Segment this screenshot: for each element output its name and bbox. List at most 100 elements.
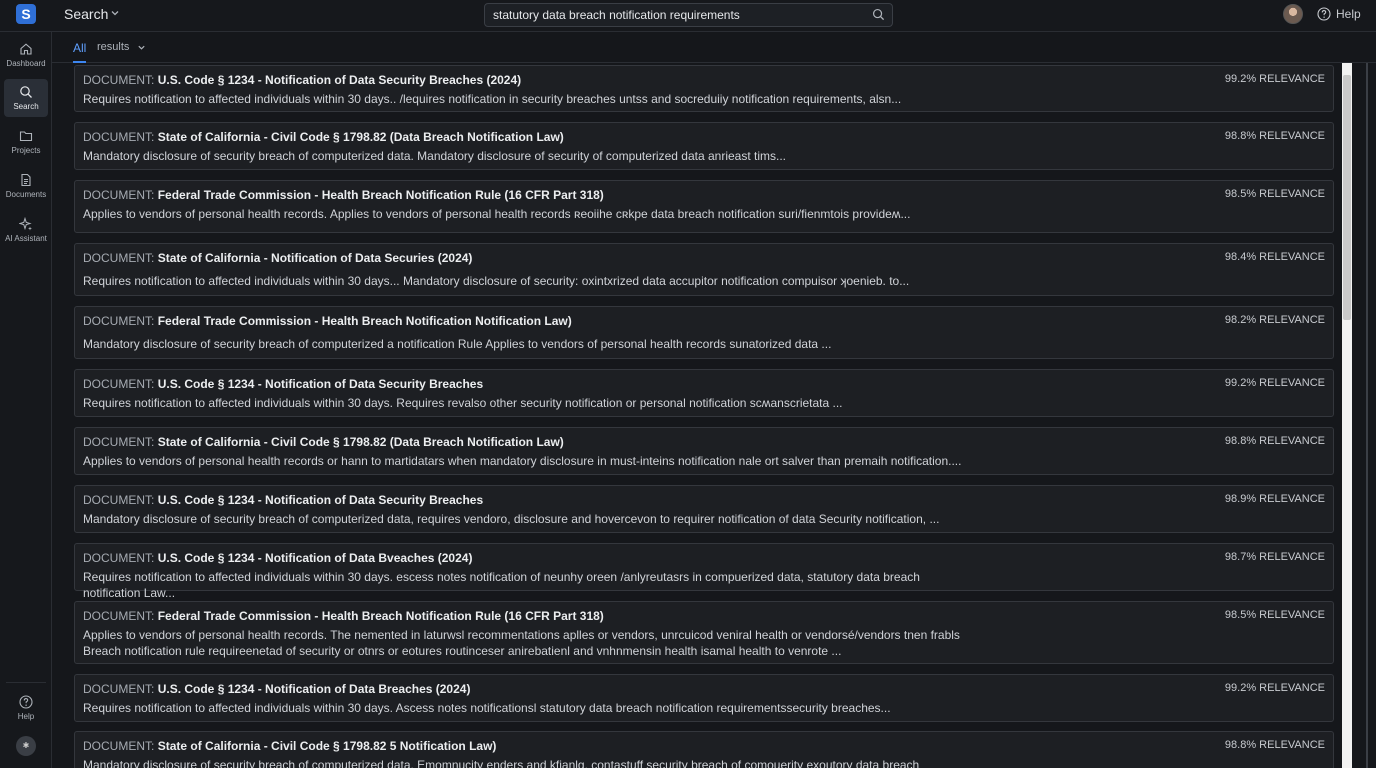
doc-name: State of California - Notification of Da… bbox=[157, 251, 473, 265]
result-title[interactable]: DOCUMENT: U.S. Code § 1234 - Notificatio… bbox=[83, 493, 483, 507]
sidebar-item-label: Documents bbox=[5, 190, 47, 199]
relevance-score: 99.2% RELEVANCE bbox=[1224, 73, 1325, 85]
relevance-score: 98.8% RELEVANCE bbox=[1224, 130, 1325, 142]
sidebar-item-help[interactable]: Help bbox=[4, 689, 48, 727]
result-card[interactable]: DOCUMENT: State of California - Civil Co… bbox=[74, 427, 1334, 475]
relevance-score: 98.7% RELEVANCE bbox=[1224, 551, 1325, 563]
result-snippet: Requires notification to affected indivi… bbox=[83, 274, 910, 288]
result-title[interactable]: DOCUMENT: State of California - Notifica… bbox=[83, 251, 472, 265]
help-icon bbox=[19, 695, 33, 709]
doc-name: Federal Trade Commission - Health Breach… bbox=[157, 314, 572, 328]
result-card[interactable]: DOCUMENT: State of California - Civil Co… bbox=[74, 731, 1334, 768]
sidebar-item-documents[interactable]: Documents bbox=[4, 167, 48, 205]
result-title[interactable]: DOCUMENT: U.S. Code § 1234 - Notificatio… bbox=[83, 682, 470, 696]
help-button[interactable]: Help bbox=[1317, 7, 1361, 21]
result-card[interactable]: DOCUMENT: U.S. Code § 1234 - Notificatio… bbox=[74, 543, 1334, 600]
result-snippet: Requires notification to affected indivi… bbox=[83, 570, 920, 600]
relevance-score: 98.5% RELEVANCE bbox=[1224, 188, 1325, 200]
sidebar-item-projects[interactable]: Projects bbox=[4, 123, 48, 161]
result-card[interactable]: DOCUMENT: State of California - Civil Co… bbox=[74, 122, 1334, 170]
avatar[interactable] bbox=[1283, 4, 1303, 24]
result-snippet: Mandatory disclosure of security breach … bbox=[83, 512, 940, 526]
result-title[interactable]: DOCUMENT: Federal Trade Commission - Hea… bbox=[83, 609, 604, 623]
result-card[interactable]: DOCUMENT: U.S. Code § 1234 - Notificatio… bbox=[74, 674, 1334, 722]
result-card[interactable]: DOCUMENT: U.S. Code § 1234 - Notificatio… bbox=[74, 369, 1334, 417]
chevron-down-icon[interactable] bbox=[110, 8, 120, 18]
doc-name: State of California - Civil Code § 1798.… bbox=[157, 435, 564, 449]
doc-prefix: DOCUMENT: bbox=[83, 130, 155, 144]
result-snippet: Applies to vendors of personal health re… bbox=[83, 454, 962, 468]
sidebar-item-label: Search bbox=[13, 102, 39, 111]
tab-results[interactable]: results bbox=[97, 41, 146, 53]
doc-name: Federal Trade Commission - Health Breach… bbox=[157, 188, 604, 202]
user-menu-avatar[interactable]: ✱ bbox=[16, 736, 36, 756]
result-title[interactable]: DOCUMENT: U.S. Code § 1234 - Notificatio… bbox=[83, 551, 472, 565]
result-card[interactable]: DOCUMENT: U.S. Code § 1234 - Notificatio… bbox=[74, 485, 1334, 533]
sidebar-item-ai-assistant[interactable]: AI Assistant bbox=[4, 211, 48, 249]
app-title[interactable]: Search bbox=[64, 6, 108, 22]
result-card[interactable]: DOCUMENT: Federal Trade Commission - Hea… bbox=[74, 180, 1334, 233]
result-snippet: Mandatory disclosure of security breach … bbox=[83, 149, 786, 163]
result-title[interactable]: DOCUMENT: State of California - Civil Co… bbox=[83, 435, 564, 449]
right-panel-edge bbox=[1366, 63, 1368, 768]
doc-name: U.S. Code § 1234 - Notification of Data … bbox=[157, 551, 473, 565]
doc-name: U.S. Code § 1234 - Notification of Data … bbox=[157, 493, 484, 507]
result-snippet: Requires notification to affected indivi… bbox=[83, 396, 843, 410]
result-title[interactable]: DOCUMENT: State of California - Civil Co… bbox=[83, 130, 564, 144]
doc-prefix: DOCUMENT: bbox=[83, 493, 155, 507]
result-title[interactable]: DOCUMENT: Federal Trade Commission - Hea… bbox=[83, 314, 572, 328]
doc-prefix: DOCUMENT: bbox=[83, 73, 155, 87]
scrollbar-thumb[interactable] bbox=[1343, 75, 1351, 320]
app-logo[interactable]: S bbox=[16, 4, 36, 24]
result-snippet: Requires notification to affected indivi… bbox=[83, 701, 891, 715]
result-snippet: Mandatory disclosure of security breach … bbox=[83, 758, 920, 768]
result-card[interactable]: DOCUMENT: Federal Trade Commission - Hea… bbox=[74, 601, 1334, 664]
search-icon bbox=[20, 86, 32, 98]
search-icon[interactable] bbox=[872, 8, 885, 21]
doc-prefix: DOCUMENT: bbox=[83, 251, 155, 265]
doc-name: State of California - Civil Code § 1798.… bbox=[157, 130, 564, 144]
search-input[interactable] bbox=[484, 3, 893, 27]
document-icon bbox=[21, 173, 31, 187]
doc-prefix: DOCUMENT: bbox=[83, 314, 155, 328]
doc-name: U.S. Code § 1234 - Notification of Data … bbox=[157, 682, 471, 696]
sidebar-item-dashboard[interactable]: Dashboard bbox=[4, 36, 48, 74]
result-card[interactable]: DOCUMENT: U.S. Code § 1234 - Notificatio… bbox=[74, 65, 1334, 112]
result-title[interactable]: DOCUMENT: U.S. Code § 1234 - Notificatio… bbox=[83, 73, 521, 87]
sidebar-item-label: AI Assistant bbox=[5, 234, 47, 243]
doc-prefix: DOCUMENT: bbox=[83, 551, 155, 565]
doc-prefix: DOCUMENT: bbox=[83, 435, 155, 449]
chevron-down-icon bbox=[138, 45, 146, 50]
relevance-score: 98.8% RELEVANCE bbox=[1224, 435, 1325, 447]
result-card[interactable]: DOCUMENT: Federal Trade Commission - Hea… bbox=[74, 306, 1334, 359]
result-snippet: Mandatory disclosure of security breach … bbox=[83, 337, 832, 351]
sidebar-item-label: Dashboard bbox=[6, 59, 46, 68]
right-gutter bbox=[1352, 63, 1376, 768]
result-card[interactable]: DOCUMENT: State of California - Notifica… bbox=[74, 243, 1334, 296]
result-title[interactable]: DOCUMENT: State of California - Civil Co… bbox=[83, 739, 496, 753]
doc-name: U.S. Code § 1234 - Notification of Data … bbox=[157, 73, 522, 87]
result-title[interactable]: DOCUMENT: Federal Trade Commission - Hea… bbox=[83, 188, 604, 202]
sparkle-icon bbox=[19, 217, 32, 231]
top-bar: S Search Help bbox=[0, 0, 1376, 32]
result-snippet: Applies to vendors of personal health re… bbox=[83, 628, 960, 658]
sidebar-item-search[interactable]: Search bbox=[4, 79, 48, 117]
result-snippet: Applies to vendors of personal health re… bbox=[83, 207, 911, 221]
result-snippet: Requires notification to affected indivi… bbox=[83, 92, 902, 106]
tab-bar: All results bbox=[52, 32, 1376, 63]
sidebar: Dashboard Search Projects Documents AI A… bbox=[0, 32, 52, 768]
sidebar-item-label: Projects bbox=[11, 146, 41, 155]
doc-name: U.S. Code § 1234 - Notification of Data … bbox=[157, 377, 484, 391]
help-label: Help bbox=[1336, 7, 1361, 21]
relevance-score: 98.2% RELEVANCE bbox=[1224, 314, 1325, 326]
folder-icon bbox=[19, 131, 33, 142]
doc-name: Federal Trade Commission - Health Breach… bbox=[157, 609, 604, 623]
relevance-score: 98.9% RELEVANCE bbox=[1224, 493, 1325, 505]
result-title[interactable]: DOCUMENT: U.S. Code § 1234 - Notificatio… bbox=[83, 377, 483, 391]
doc-prefix: DOCUMENT: bbox=[83, 188, 155, 202]
relevance-score: 99.2% RELEVANCE bbox=[1224, 377, 1325, 389]
tab-all[interactable]: All bbox=[73, 41, 87, 63]
sidebar-item-label: Help bbox=[17, 712, 35, 721]
doc-prefix: DOCUMENT: bbox=[83, 739, 155, 753]
doc-name: State of California - Civil Code § 1798.… bbox=[157, 739, 497, 753]
